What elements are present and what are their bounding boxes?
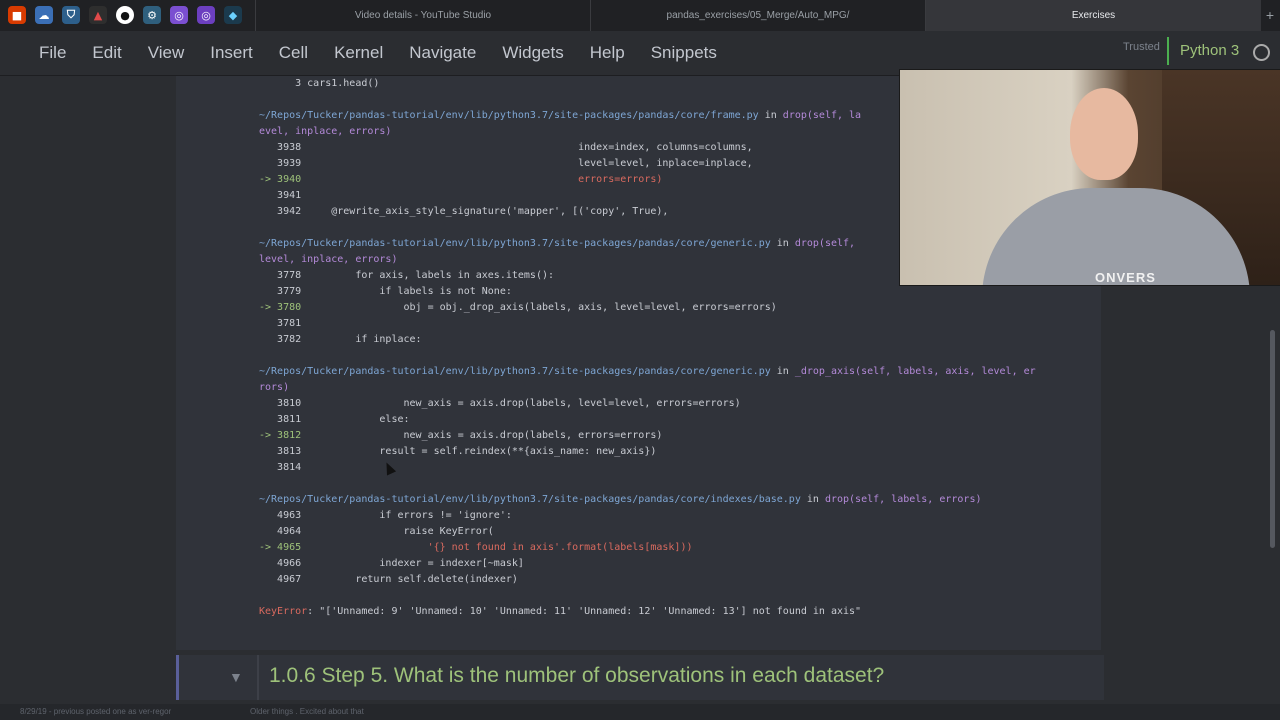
obsidian-icon[interactable]: ◎	[197, 6, 215, 24]
kernel-name[interactable]: Python 3	[1180, 42, 1239, 59]
anaconda-icon[interactable]: ▲	[89, 6, 107, 24]
github-icon[interactable]: ●	[116, 6, 134, 24]
code-line: 4966 indexer = indexer[~mask]	[259, 558, 524, 569]
webcam-overlay: ONVERS	[899, 69, 1280, 286]
code-line: 3779 if labels is not None:	[259, 286, 512, 297]
code-line: 3942 @rewrite_axis_style_signature('mapp…	[259, 206, 669, 217]
markdown-cell[interactable]: ▼ 1.0.6 Step 5. What is the number of ob…	[176, 655, 1104, 700]
code-line: 3813 result = self.reindex(**{axis_name:…	[259, 446, 657, 457]
shield-icon[interactable]: ⛉	[62, 6, 80, 24]
code-line: 3 cars1.head()	[259, 78, 380, 89]
trusted-indicator[interactable]: Trusted	[1123, 41, 1160, 53]
code-line: 3778 for axis, labels in axes.items():	[259, 270, 555, 281]
menu-file[interactable]: File	[26, 43, 79, 63]
frame-path[interactable]: ~/Repos/Tucker/pandas-tutorial/env/lib/p…	[259, 238, 771, 249]
frame-header: ~/Repos/Tucker/pandas-tutorial/env/lib/p…	[259, 366, 1036, 377]
code-line: 3938 index=index, columns=columns,	[259, 142, 753, 153]
kernel-separator	[1167, 37, 1169, 65]
menu-view[interactable]: View	[135, 43, 198, 63]
frame-header: ~/Repos/Tucker/pandas-tutorial/env/lib/p…	[259, 238, 856, 249]
diamond-icon[interactable]: ◆	[224, 6, 242, 24]
new-tab-button[interactable]: +	[1266, 7, 1274, 23]
menu-edit[interactable]: Edit	[79, 43, 134, 63]
tab-youtube-studio[interactable]: Video details - YouTube Studio	[255, 0, 590, 31]
cloud-icon[interactable]: ☁	[35, 6, 53, 24]
frame-header: ~/Repos/Tucker/pandas-tutorial/env/lib/p…	[259, 110, 862, 121]
code-line-current: -> 4965 '{} not found in axis'.format(la…	[259, 542, 693, 553]
menu-items: File Edit View Insert Cell Kernel Naviga…	[26, 43, 730, 63]
tab-auto-mpg[interactable]: pandas_exercises/05_Merge/Auto_MPG/	[590, 0, 925, 31]
frame-signature: level, inplace, errors)	[259, 254, 398, 265]
section-heading: 1.0.6 Step 5. What is the number of obse…	[269, 664, 885, 687]
error-message: KeyError: "['Unnamed: 9' 'Unnamed: 10' '…	[259, 606, 862, 617]
footer-strip: 8/29/19 - previous posted one as ver-reg…	[0, 704, 1280, 720]
frame-signature: evel, inplace, errors)	[259, 126, 392, 137]
code-line-current: -> 3812 new_axis = axis.drop(labels, err…	[259, 430, 663, 441]
kernel-status-icon	[1253, 44, 1270, 61]
extension-icons: ■ ☁ ⛉ ▲ ● ⚙ ◎ ◎ ◆	[8, 6, 242, 24]
menu-kernel[interactable]: Kernel	[321, 43, 396, 63]
frame-path[interactable]: ~/Repos/Tucker/pandas-tutorial/env/lib/p…	[259, 110, 759, 121]
footer-mid-text: Older things . Excited about that	[250, 707, 364, 716]
cell-gutter-divider	[257, 655, 259, 700]
collapse-chevron-icon[interactable]: ▼	[229, 669, 243, 685]
frame-header: ~/Repos/Tucker/pandas-tutorial/env/lib/p…	[259, 494, 982, 505]
python-icon[interactable]: ⚙	[143, 6, 161, 24]
code-line: 3941	[259, 190, 302, 201]
code-line: 4963 if errors != 'ignore':	[259, 510, 512, 521]
code-line: 3939 level=level, inplace=inplace,	[259, 158, 753, 169]
vertical-scrollbar[interactable]	[1270, 330, 1275, 548]
code-line: 4964 raise KeyError(	[259, 526, 494, 537]
code-line: 3811 else:	[259, 414, 410, 425]
shirt-logo-text: ONVERS	[1095, 270, 1156, 285]
code-line-current: -> 3780 obj = obj._drop_axis(labels, axi…	[259, 302, 777, 313]
code-line: 3814	[259, 462, 302, 473]
menu-insert[interactable]: Insert	[197, 43, 266, 63]
code-line: 3781	[259, 318, 302, 329]
code-line: 4967 return self.delete(indexer)	[259, 574, 518, 585]
office-icon[interactable]: ■	[8, 6, 26, 24]
menu-widgets[interactable]: Widgets	[489, 43, 576, 63]
frame-path[interactable]: ~/Repos/Tucker/pandas-tutorial/env/lib/p…	[259, 494, 801, 505]
notion-icon[interactable]: ◎	[170, 6, 188, 24]
tab-exercises[interactable]: Exercises	[925, 0, 1261, 31]
code-line-current: -> 3940 errors=errors)	[259, 174, 663, 185]
frame-signature: rors)	[259, 382, 290, 393]
code-line: 3782 if inplace:	[259, 334, 422, 345]
person-head	[1070, 88, 1138, 180]
browser-tab-bar: ■ ☁ ⛉ ▲ ● ⚙ ◎ ◎ ◆ Video details - YouTub…	[0, 0, 1280, 32]
menu-snippets[interactable]: Snippets	[638, 43, 730, 63]
menu-help[interactable]: Help	[577, 43, 638, 63]
menu-navigate[interactable]: Navigate	[396, 43, 489, 63]
footer-left-text: 8/29/19 - previous posted one as ver-reg…	[20, 707, 172, 716]
frame-path[interactable]: ~/Repos/Tucker/pandas-tutorial/env/lib/p…	[259, 366, 771, 377]
menu-cell[interactable]: Cell	[266, 43, 321, 63]
code-line: 3810 new_axis = axis.drop(labels, level=…	[259, 398, 741, 409]
